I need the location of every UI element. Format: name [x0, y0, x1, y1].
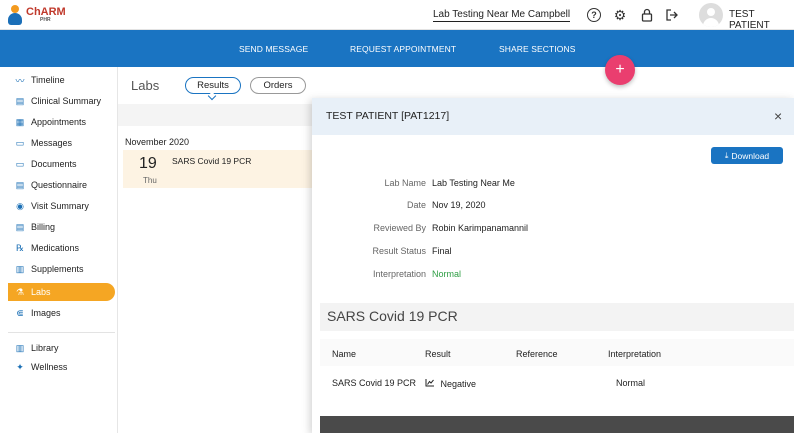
- sidebar-item-library[interactable]: ▥ Library: [8, 339, 115, 357]
- rx-icon: ℞: [15, 242, 25, 253]
- sidebar-item-labs[interactable]: ⚗ Labs: [8, 283, 115, 301]
- sidebar-item-billing[interactable]: ▤ Billing: [8, 218, 115, 236]
- library-icon: ▥: [15, 342, 25, 353]
- sidebar-item-label: Questionnaire: [31, 180, 88, 190]
- col-header-result: Result: [425, 349, 451, 359]
- download-label: Download: [731, 150, 770, 161]
- result-weekday: Thu: [143, 176, 157, 185]
- sidebar-item-documents[interactable]: ▭ Documents: [8, 155, 115, 173]
- flask-icon: ⚗: [15, 286, 25, 297]
- location-link[interactable]: Lab Testing Near Me Campbell: [433, 9, 571, 22]
- lab-name-label: Lab Name: [384, 178, 426, 188]
- col-header-name: Name: [332, 349, 357, 359]
- trend-chart-icon[interactable]: [425, 379, 438, 389]
- panel-header: TEST PATIENT [PAT1217] ×: [312, 98, 794, 135]
- add-fab-button[interactable]: +: [605, 55, 635, 85]
- date-label: Date: [406, 200, 426, 210]
- logo-mark-icon: [8, 5, 22, 25]
- download-icon: ⤓: [724, 150, 729, 160]
- sidebar-item-label: Visit Summary: [31, 201, 89, 211]
- sidebar-item-visit-summary[interactable]: ◉ Visit Summary: [8, 197, 115, 215]
- sidebar-item-images[interactable]: ⋐ Images: [8, 304, 115, 322]
- section-title: SARS Covid 19 PCR: [327, 308, 458, 324]
- folder-icon: ▭: [15, 158, 25, 169]
- avatar[interactable]: [699, 3, 723, 27]
- supplements-icon: ▥: [15, 263, 25, 274]
- sidebar-item-label: Clinical Summary: [31, 96, 102, 106]
- panel-title: TEST PATIENT [PAT1217]: [326, 110, 450, 122]
- request-appointment-link[interactable]: REQUEST APPOINTMENT: [350, 44, 456, 54]
- sidebar-item-label: Wellness: [31, 362, 68, 372]
- send-message-link[interactable]: SEND MESSAGE: [239, 44, 308, 54]
- interpretation-value: Normal: [432, 269, 462, 279]
- timeline-icon: 〰: [15, 75, 25, 86]
- gear-icon[interactable]: ⚙: [612, 7, 628, 23]
- panel-footer-bar: [320, 416, 794, 433]
- sidebar-item-label: Appointments: [31, 117, 87, 127]
- sidebar-item-medications[interactable]: ℞ Medications: [8, 239, 115, 257]
- sidebar-item-label: Supplements: [31, 264, 84, 274]
- billing-icon: ▤: [15, 221, 25, 232]
- top-bar: ChARM PHR Lab Testing Near Me Campbell ?…: [0, 0, 794, 31]
- col-header-reference: Reference: [516, 349, 558, 359]
- sidebar-item-label: Documents: [31, 159, 77, 169]
- row-interpretation: Normal: [616, 378, 646, 388]
- sidebar-item-messages[interactable]: ▭ Messages: [8, 134, 115, 152]
- download-button[interactable]: ⤓ Download: [711, 147, 783, 164]
- logo-sub: PHR: [40, 17, 51, 23]
- lock-icon[interactable]: [639, 7, 655, 23]
- action-navbar: SEND MESSAGE REQUEST APPOINTMENT SHARE S…: [0, 30, 794, 67]
- date-value: Nov 19, 2020: [432, 200, 486, 210]
- help-icon[interactable]: ?: [587, 8, 601, 22]
- sidebar-item-label: Images: [31, 308, 61, 318]
- patient-name[interactable]: TEST PATIENT: [729, 9, 794, 31]
- sidebar-item-label: Medications: [31, 243, 80, 253]
- result-detail-panel: TEST PATIENT [PAT1217] × ⤓ Download Lab …: [312, 98, 794, 433]
- charm-logo[interactable]: ChARM PHR: [8, 5, 66, 25]
- clipboard-icon: ▤: [15, 95, 25, 106]
- row-name: SARS Covid 19 PCR: [332, 378, 417, 388]
- close-icon[interactable]: ×: [774, 108, 782, 124]
- tab-results[interactable]: Results: [185, 77, 241, 94]
- sidebar: 〰 Timeline ▤ Clinical Summary ▦ Appointments ▭…: [0, 67, 118, 433]
- sidebar-item-questionnaire[interactable]: ▤ Questionnaire: [8, 176, 115, 194]
- message-icon: ▭: [15, 137, 25, 148]
- visit-summary-icon: ◉: [16, 200, 24, 211]
- wellness-icon: ✦: [16, 361, 24, 372]
- sidebar-divider: [8, 332, 115, 333]
- filter-strip: [118, 104, 318, 126]
- sidebar-item-supplements[interactable]: ▥ Supplements: [8, 260, 115, 278]
- sidebar-item-label: Library: [31, 343, 59, 353]
- questionnaire-icon: ▤: [15, 179, 25, 190]
- row-result[interactable]: Negative: [425, 378, 476, 389]
- sidebar-item-timeline[interactable]: 〰 Timeline: [8, 71, 115, 89]
- sidebar-item-label: Labs: [31, 287, 51, 297]
- sidebar-item-clinical-summary[interactable]: ▤ Clinical Summary: [8, 92, 115, 110]
- logout-icon[interactable]: [664, 7, 680, 23]
- result-name: SARS Covid 19 PCR: [172, 156, 252, 166]
- reviewed-by-value: Robin Karimpanamannil: [432, 223, 529, 233]
- images-icon: ⋐: [16, 307, 24, 318]
- sidebar-item-appointments[interactable]: ▦ Appointments: [8, 113, 115, 131]
- row-result-value: Negative: [440, 379, 477, 389]
- sidebar-item-label: Billing: [31, 222, 56, 232]
- month-heading: November 2020: [125, 137, 190, 147]
- sidebar-item-wellness[interactable]: ✦ Wellness: [8, 358, 115, 376]
- tab-orders[interactable]: Orders: [250, 77, 306, 94]
- sidebar-item-label: Timeline: [31, 75, 65, 85]
- col-header-interpretation: Interpretation: [608, 349, 662, 359]
- page-title: Labs: [131, 78, 160, 93]
- result-day: 19: [139, 155, 157, 172]
- lab-result-card[interactable]: 19 Thu SARS Covid 19 PCR: [123, 150, 313, 188]
- sidebar-item-label: Messages: [31, 138, 73, 148]
- share-sections-link[interactable]: SHARE SECTIONS: [499, 44, 576, 54]
- interpretation-label: Interpretation: [372, 269, 426, 279]
- result-status-value: Final: [432, 246, 452, 256]
- lab-name-value: Lab Testing Near Me: [432, 178, 515, 188]
- calendar-icon: ▦: [15, 116, 25, 127]
- reviewed-by-label: Reviewed By: [373, 223, 426, 233]
- result-status-label: Result Status: [372, 246, 426, 256]
